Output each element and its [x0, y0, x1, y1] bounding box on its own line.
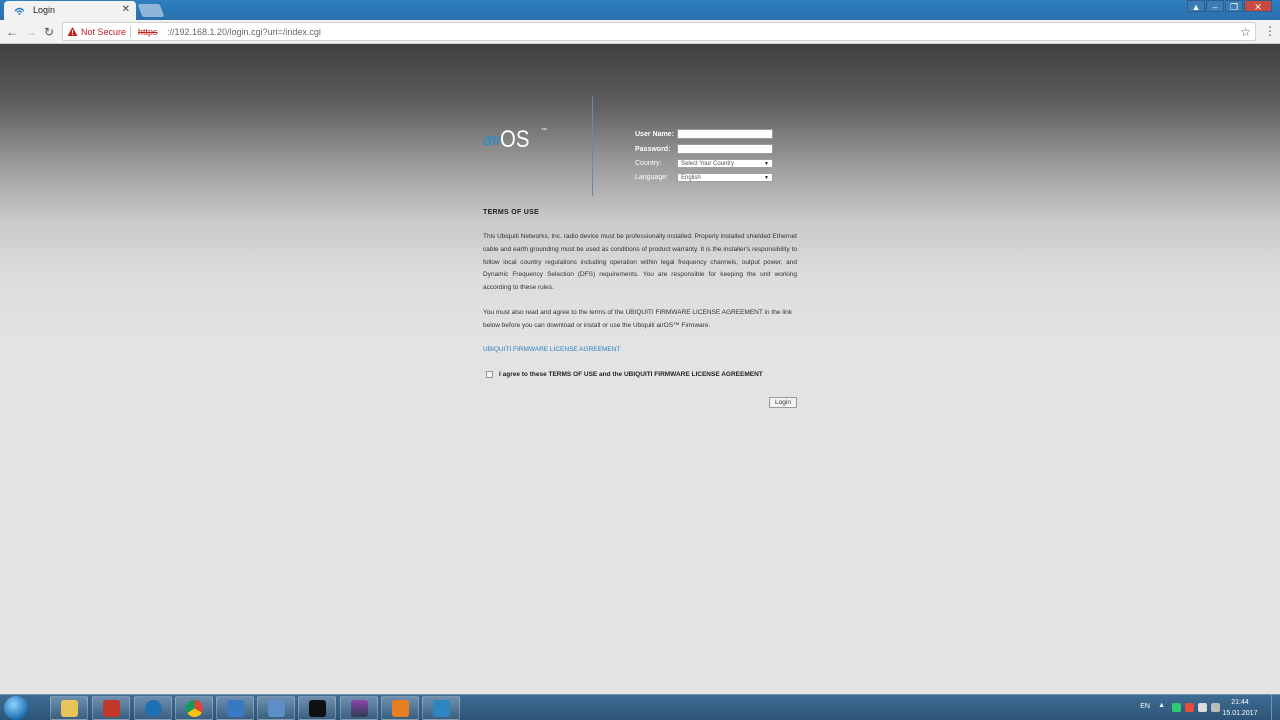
- country-select[interactable]: Select Your Country ▼: [677, 159, 773, 168]
- url-separator: [130, 26, 131, 38]
- taskbar-winrar[interactable]: [340, 696, 378, 720]
- taskbar-app-orange[interactable]: [381, 696, 419, 720]
- taskbar-kaspersky[interactable]: [92, 696, 130, 720]
- license-agreement-link[interactable]: UBIQUITI FIRMWARE LICENSE AGREEMENT: [483, 346, 620, 353]
- orange-app-icon: [392, 700, 409, 717]
- login-button[interactable]: Login: [769, 397, 797, 408]
- language-label: Language:: [635, 174, 669, 181]
- minimize-button[interactable]: –: [1206, 0, 1224, 12]
- language-indicator[interactable]: EN: [1140, 703, 1150, 710]
- license-paragraph: You must also read and agree to the term…: [483, 309, 792, 329]
- window-app-icon: [268, 700, 285, 717]
- username-label: User Name:: [635, 131, 674, 138]
- tray-red-icon[interactable]: [1185, 703, 1194, 712]
- clock-date[interactable]: 15.01.2017: [1218, 710, 1262, 717]
- kaspersky-icon: [103, 700, 120, 717]
- dropdown-arrow-icon: ▼: [764, 161, 769, 167]
- terms-paragraph: This Ubiquiti Networks, Inc. radio devic…: [483, 233, 797, 292]
- language-select[interactable]: English ▼: [677, 173, 773, 182]
- taskbar-app-window[interactable]: [257, 696, 295, 720]
- taskbar-cmd[interactable]: [298, 696, 336, 720]
- browser-toolbar: ← → ↻ Not Secure https ://192.168.1.20/l…: [0, 20, 1280, 44]
- username-input[interactable]: [677, 129, 773, 139]
- taskbar-remote[interactable]: [422, 696, 460, 720]
- remote-desktop-icon: [433, 700, 450, 717]
- terminal-icon: [309, 700, 326, 717]
- window-controls: ▲ – ❐ ✕: [1187, 0, 1272, 13]
- url-scheme: https: [138, 27, 158, 37]
- page-content: air OS ™ User Name: Password: Country: S…: [0, 44, 1280, 694]
- terms-heading: TERMS OF USE: [483, 209, 540, 216]
- network-icon: [227, 700, 244, 717]
- dropdown-arrow-icon: ▼: [764, 175, 769, 181]
- forward-icon[interactable]: →: [23, 24, 39, 40]
- window-close-button[interactable]: ✕: [1244, 0, 1272, 12]
- agree-checkbox[interactable]: [486, 371, 493, 378]
- maximize-button[interactable]: ❐: [1225, 0, 1243, 12]
- show-desktop-button[interactable]: [1271, 695, 1280, 720]
- tab-title: Login: [33, 5, 56, 15]
- menu-icon[interactable]: ⋮: [1264, 24, 1276, 38]
- logo-trademark: ™: [541, 128, 547, 134]
- new-tab-button[interactable]: [137, 4, 165, 17]
- taskbar-chrome[interactable]: [175, 696, 213, 720]
- browser-tab-bar: Login ✕ ▲ – ❐ ✕: [0, 0, 1280, 20]
- taskbar-browser-c[interactable]: [134, 696, 172, 720]
- tab-close-icon[interactable]: ✕: [122, 4, 130, 15]
- system-tray: EN ▲ 21:44 15.01.2017: [1130, 695, 1280, 720]
- network-tray-icon[interactable]: [1198, 703, 1207, 712]
- bookmark-star-icon[interactable]: ☆: [1240, 25, 1251, 39]
- archive-icon: [351, 700, 368, 717]
- clock-time[interactable]: 21:44: [1218, 699, 1262, 706]
- folder-icon: [61, 700, 78, 717]
- warning-icon: [67, 27, 78, 36]
- tray-expand-icon[interactable]: ▲: [1158, 702, 1165, 709]
- browser-tab[interactable]: Login ✕: [4, 1, 136, 20]
- chrome-icon: [186, 700, 203, 717]
- wifi-favicon-icon: [14, 7, 25, 15]
- security-status: Not Secure: [81, 27, 127, 37]
- start-button[interactable]: [4, 696, 28, 720]
- airos-logo: air OS ™: [483, 126, 553, 156]
- country-label: Country:: [635, 160, 662, 167]
- taskbar-network[interactable]: [216, 696, 254, 720]
- reload-icon[interactable]: ↻: [41, 24, 57, 40]
- url-path: ://192.168.1.20/login.cgi?uri=/index.cgi: [167, 27, 321, 37]
- country-selected-value: Select Your Country: [681, 161, 735, 167]
- password-label: Password:: [635, 146, 671, 153]
- language-selected-value: English: [681, 175, 701, 181]
- taskbar-explorer[interactable]: [50, 696, 88, 720]
- tray-green-icon[interactable]: [1172, 703, 1181, 712]
- user-icon[interactable]: ▲: [1187, 0, 1205, 12]
- back-icon[interactable]: ←: [4, 24, 20, 40]
- vertical-divider: [592, 96, 593, 196]
- taskbar: EN ▲ 21:44 15.01.2017: [0, 694, 1280, 720]
- password-input[interactable]: [677, 144, 773, 154]
- address-bar[interactable]: Not Secure https ://192.168.1.20/login.c…: [62, 22, 1256, 41]
- browser-c-icon: [145, 700, 162, 717]
- logo-main: OS: [500, 126, 530, 153]
- agree-label: I agree to these TERMS OF USE and the UB…: [499, 371, 763, 378]
